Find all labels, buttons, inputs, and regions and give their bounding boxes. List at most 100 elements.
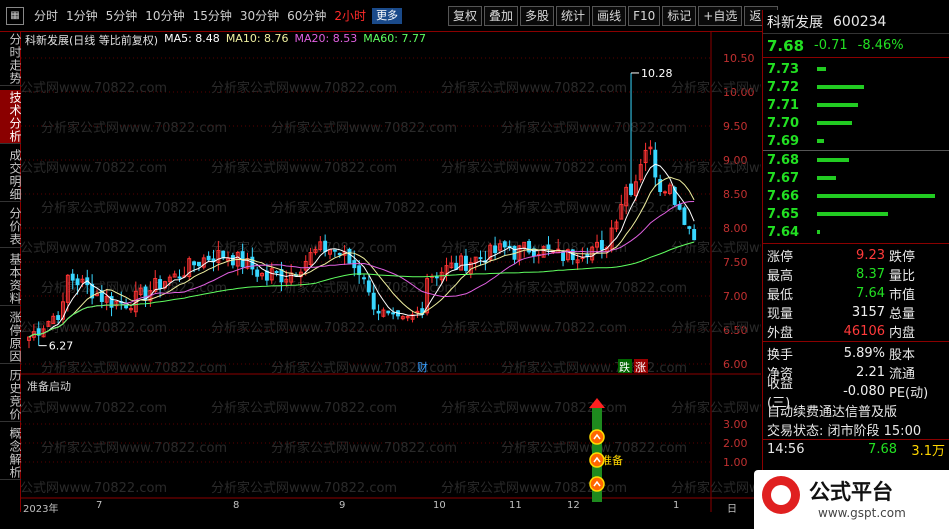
watermark-text: 分析家公式网www.70822.com [501,120,687,136]
vtab-4[interactable]: 基本资料 [0,252,22,306]
bid-volume-bar [817,212,888,216]
action-button-5[interactable]: F10 [628,6,661,26]
candle-body [357,265,362,276]
candle-body [206,255,211,261]
ask-volume-bar [817,85,865,89]
watermark-text: 分析家公式网www.70822.com [211,480,397,496]
date-tick: 1 [673,500,680,511]
watermark-text: 分析家公式网www.70822.com [271,360,457,376]
stock-header: 科新发展 600234 [763,10,949,34]
low-marker-label: 6.27 [49,340,74,353]
tick-time: 14:56 [767,442,805,457]
date-tick: 8 [233,500,240,511]
watermark-text: 分析家公式网www.70822.com [671,480,761,496]
indicator-title: 准备启动 [27,378,71,394]
quote-stats: 涨停 9.23 跌停 最高 8.37 量比 最低 7.64 市值 现量 3157 总量 外盘 46106 内… [763,244,949,341]
candle-body [687,226,692,229]
stat-value: 8.37 [856,267,885,282]
period-2[interactable]: 5分钟 [102,6,142,26]
candle-body [386,310,391,314]
candle-body [434,276,439,279]
high-marker-label: 10.28 [641,67,673,80]
stat-label-2: 流通 [889,367,916,382]
period-7[interactable]: 2小时 [330,6,370,26]
candle-body [158,279,163,289]
vtab-6[interactable]: 历史竞价 [0,368,22,422]
stat-label-2: 股本 [889,348,916,363]
vtab-2[interactable]: 成交明细 [0,148,22,202]
ask-row: 7.69 [763,132,949,150]
action-button-3[interactable]: 统计 [556,6,591,26]
stat-value: 7.64 [856,286,885,301]
stat-row: 换手 5.89% 股本 [763,344,949,363]
watermark-text: 分析家公式网www.70822.com [441,80,627,96]
watermark-text: 分析家公式网www.70822.com [441,320,627,336]
chart-legend: 科新发展(日线 等比前复权) MA5: 8.48 MA10: 8.76 MA20… [25,32,432,48]
ma20-value: MA20: 8.53 [294,32,358,45]
brand-url: www.gspt.com [818,506,906,520]
stat-label-2: 市值 [889,288,916,303]
action-button-6[interactable]: 标记 [662,6,697,26]
stat-row: 现量 3157 总量 [763,303,949,322]
action-button-4[interactable]: 画线 [592,6,627,26]
signal-label: 准备 [601,453,623,467]
vtab-1[interactable]: 技术分析 [0,90,22,144]
candle-body [478,257,483,260]
period-list: 分时 1分钟 5分钟 10分钟 15分钟 30分钟 60分钟 2小时 [30,6,370,26]
stat-value: 2.21 [856,365,885,380]
candle-body [192,261,197,266]
ask-price: 7.73 [767,61,800,77]
vtab-0[interactable]: 分时走势 [0,32,22,86]
stat-row: 最低 7.64 市值 [763,284,949,303]
watermark-text: 分析家公式网www.70822.com [211,160,397,176]
brand-name: 公式平台 [809,480,893,504]
tick-row: 14:56 7.68 3.1万 [763,440,949,459]
bid-volume-bar [817,230,820,234]
watermark-text: 分析家公式网www.70822.com [211,80,397,96]
signal-dot-icon [589,476,605,492]
bid-price: 7.67 [767,170,800,186]
candle-body [221,250,226,259]
period-1[interactable]: 1分钟 [62,6,102,26]
chart-title: 科新发展(日线 等比前复权) [25,34,159,47]
period-5[interactable]: 30分钟 [236,6,283,26]
stat-label-2: 内盘 [889,326,916,341]
stat-label: 换手 [767,348,794,363]
candle-body [629,183,633,196]
more-button[interactable]: 更多 [372,7,403,24]
period-3[interactable]: 10分钟 [141,6,188,26]
ad-text[interactable]: 自动续费通达信普及版 [763,401,949,420]
ask-volume-bar [817,103,859,107]
bid-price: 7.66 [767,188,800,204]
vtab-3[interactable]: 分价表 [0,206,22,248]
ask-row: 7.72 [763,78,949,96]
brand-badge: 公式平台 www.gspt.com [754,470,949,529]
date-tick: 11 [509,500,522,511]
bid-volume-bar [817,194,935,198]
ask-volume-bar [817,67,827,71]
stat-row: 涨停 9.23 跌停 [763,246,949,265]
kline-chart-area[interactable]: 10.50 10.00 9.50 9.00 8.50 8.00 7.50 7.00 6.50 6.… [0,32,857,512]
grid-icon[interactable]: ▦ [6,6,24,25]
period-6[interactable]: 60分钟 [283,6,330,26]
period-4[interactable]: 15分钟 [189,6,236,26]
period-0[interactable]: 分时 [30,6,62,26]
date-tick: 9 [339,500,346,511]
stat-label: 最低 [767,288,794,303]
vtab-5[interactable]: 涨停原因 [0,310,22,364]
stat-label: 现量 [767,307,794,322]
action-button-7[interactable]: +自选 [698,6,743,26]
action-button-0[interactable]: 复权 [448,6,483,26]
vtab-7[interactable]: 概念解析 [0,426,22,480]
ask-row: 7.70 [763,114,949,132]
candle-body [274,271,279,274]
indicator-tick: 2.00 [723,437,748,450]
action-button-2[interactable]: 多股 [520,6,555,26]
candle-body [366,280,371,293]
candle-body [692,229,697,241]
candle-body [347,248,352,264]
kline-chart[interactable]: 10.5010.009.509.008.508.007.507.006.506.… [0,32,857,512]
action-button-1[interactable]: 叠加 [484,6,519,26]
ma60-value: MA60: 7.77 [363,32,426,45]
last-price: 7.68 [767,36,805,55]
